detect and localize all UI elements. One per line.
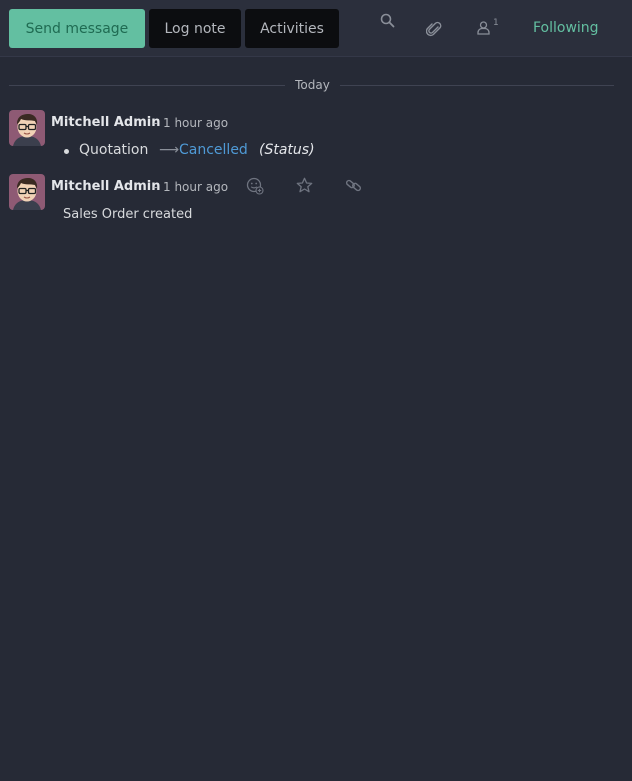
tracking-bullet xyxy=(64,149,69,154)
log-note-button[interactable]: Log note xyxy=(149,9,241,48)
date-separator-label: Today xyxy=(295,78,330,92)
search-icon[interactable] xyxy=(380,13,395,28)
message-timestamp: 1 hour ago xyxy=(163,180,229,194)
message-timestamp: 1 hour ago xyxy=(163,116,229,130)
date-separator: Today xyxy=(9,77,614,95)
star-icon[interactable] xyxy=(296,177,313,198)
separator-line-left xyxy=(9,85,285,86)
message-author[interactable]: Mitchell Admin xyxy=(51,115,160,130)
author-time-separator: - xyxy=(153,116,158,130)
send-message-button[interactable]: Send message xyxy=(9,9,145,48)
separator-line-right xyxy=(340,85,614,86)
avatar[interactable] xyxy=(9,110,45,146)
message-author[interactable]: Mitchell Admin xyxy=(51,179,160,194)
followers-icon[interactable] xyxy=(477,21,490,35)
paperclip-icon[interactable] xyxy=(426,20,442,38)
author-time-separator: - xyxy=(153,180,158,194)
add-reaction-icon[interactable] xyxy=(246,177,264,199)
chatter-topbar: Send message Log note Activities 1 Follo… xyxy=(0,0,632,57)
following-button[interactable]: Following xyxy=(533,20,599,36)
tracking-field-label: (Status) xyxy=(259,142,315,158)
tracking-old-value: Quotation xyxy=(79,142,149,158)
arrow-right-icon: ⟶ xyxy=(159,142,180,158)
link-icon[interactable] xyxy=(345,177,362,198)
activities-button[interactable]: Activities xyxy=(245,9,339,48)
avatar[interactable] xyxy=(9,174,45,210)
follower-count: 1 xyxy=(493,18,499,28)
tracking-new-value: Cancelled xyxy=(179,142,248,158)
message-body: Sales Order created xyxy=(63,207,193,222)
